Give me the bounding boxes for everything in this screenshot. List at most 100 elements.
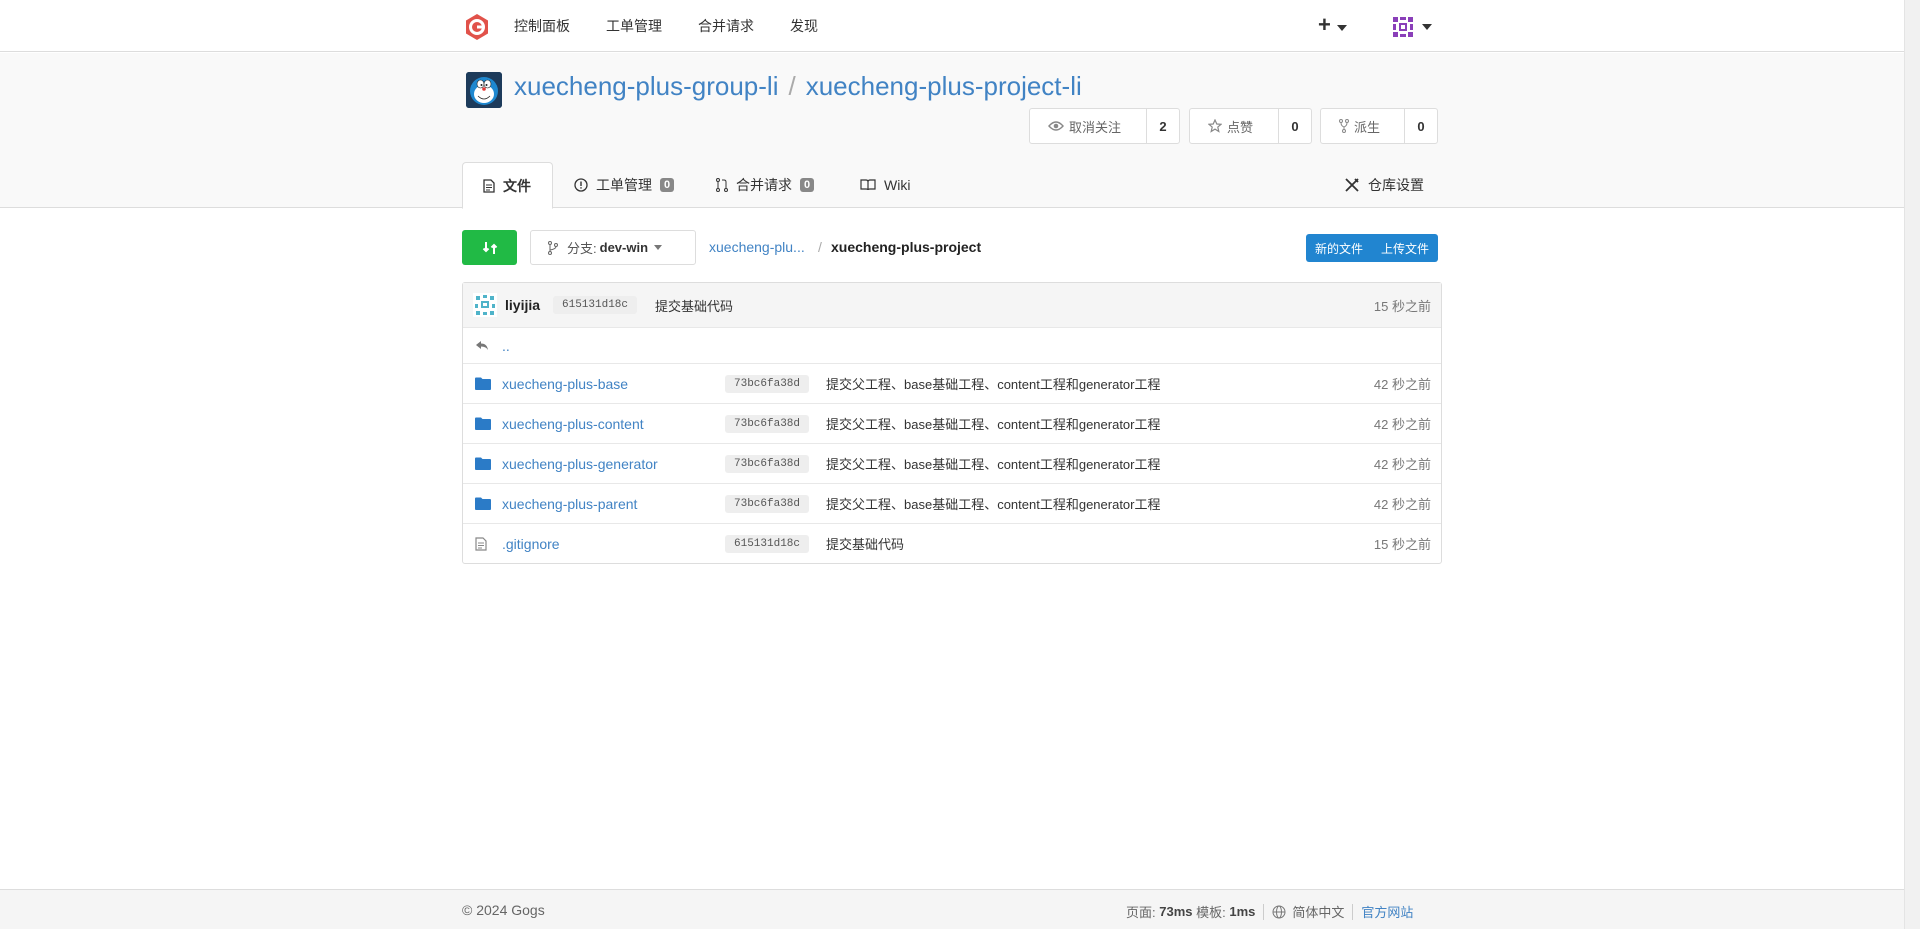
book-icon [860, 179, 876, 191]
tab-issues[interactable]: 工单管理 0 [554, 162, 694, 208]
file-icon-cell [475, 404, 491, 443]
star-icon [1208, 119, 1222, 133]
footer: © 2024 Gogs 页面: 73ms 模板: 1ms 简体中文 官方网站 [0, 889, 1904, 929]
file-commit-time: 42 秒之前 [1373, 457, 1431, 472]
author-avatar-icon [473, 293, 497, 317]
tools-icon [1345, 178, 1359, 192]
parent-dir-row[interactable]: .. [463, 327, 1441, 363]
repo-owner-link[interactable]: xuecheng-plus-group-li [514, 71, 778, 101]
file-name-link[interactable]: xuecheng-plus-generator [502, 444, 658, 483]
file-commit-message[interactable]: 提交父工程、base基础工程、content工程和generator工程 [826, 404, 1160, 443]
folder-icon [475, 377, 491, 390]
file-icon-cell [475, 524, 487, 563]
file-name-link[interactable]: .gitignore [502, 524, 560, 563]
commit-author[interactable]: liyijia [505, 283, 540, 327]
branch-dropdown[interactable]: 分支: dev-win [530, 230, 696, 265]
commit-time: 15 秒之前 [1373, 298, 1431, 314]
breadcrumb-separator: / [818, 239, 822, 255]
file-commit-message[interactable]: 提交父工程、base基础工程、content工程和generator工程 [826, 484, 1160, 523]
branch-name: dev-win [599, 240, 649, 255]
fork-count[interactable]: 0 [1405, 109, 1437, 143]
chevron-down-icon [1422, 24, 1432, 30]
new-file-button[interactable]: 新的文件 [1306, 234, 1372, 262]
file-icon-cell [475, 444, 491, 483]
nav-dashboard[interactable]: 控制面板 [514, 16, 570, 36]
watch-group: 取消关注 2 [1029, 108, 1180, 144]
file-commit-sha[interactable]: 615131d18c [725, 534, 810, 553]
scrollbar[interactable] [1904, 0, 1920, 929]
file-commit-message[interactable]: 提交父工程、base基础工程、content工程和generator工程 [826, 364, 1160, 403]
watch-button[interactable]: 取消关注 [1030, 109, 1147, 143]
watch-count[interactable]: 2 [1147, 109, 1179, 143]
fork-group: 派生 0 [1320, 108, 1438, 144]
nav-issues[interactable]: 工单管理 [606, 16, 662, 36]
tab-pulls[interactable]: 合并请求 0 [696, 162, 834, 208]
issues-count-badge: 0 [660, 178, 675, 192]
breadcrumb-current: xuecheng-plus-project [831, 239, 982, 255]
copyright: © 2024 Gogs [462, 902, 545, 918]
branch-prefix: 分支: [567, 241, 597, 256]
create-menu[interactable]: + [1318, 12, 1347, 38]
tab-settings[interactable]: 仓库设置 [1324, 162, 1444, 208]
tab-files[interactable]: 文件 [462, 162, 553, 209]
language-selector[interactable]: 简体中文 [1292, 902, 1344, 921]
upload-file-button[interactable]: 上传文件 [1372, 234, 1438, 262]
parent-dir-link[interactable]: .. [502, 328, 510, 363]
page-time-label: 页面: [1126, 905, 1156, 920]
breadcrumb-root[interactable]: xuecheng-plu... [709, 239, 805, 255]
pull-request-icon [716, 178, 728, 192]
folder-icon [475, 457, 491, 470]
file-commit-sha[interactable]: 73bc6fa38d [725, 414, 810, 433]
star-button[interactable]: 点赞 [1190, 109, 1279, 143]
commit-author-avatar [473, 283, 497, 327]
tab-issues-label: 工单管理 [596, 177, 652, 193]
compare-icon [482, 241, 497, 254]
issue-icon [574, 178, 588, 192]
star-group: 点赞 0 [1189, 108, 1312, 144]
title-separator: / [788, 71, 796, 101]
file-icon [475, 536, 487, 551]
file-icon-cell [475, 484, 491, 523]
file-commit-message[interactable]: 提交基础代码 [826, 524, 904, 563]
tab-wiki[interactable]: Wiki [840, 162, 930, 208]
file-sha-cell: 615131d18c [725, 524, 810, 563]
user-menu[interactable] [1390, 14, 1432, 40]
parent-icon-cell [475, 328, 489, 363]
file-commit-sha[interactable]: 73bc6fa38d [725, 374, 810, 393]
file-commit-message[interactable]: 提交父工程、base基础工程、content工程和generator工程 [826, 444, 1160, 483]
tab-settings-label: 仓库设置 [1368, 177, 1424, 193]
file-sha-cell: 73bc6fa38d [725, 444, 810, 483]
tab-files-label: 文件 [503, 177, 531, 194]
nav-explore[interactable]: 发现 [790, 16, 818, 36]
file-row: xuecheng-plus-base 73bc6fa38d 提交父工程、base基础… [463, 363, 1441, 403]
template-time-label: 模板: [1196, 905, 1226, 920]
file-commit-sha[interactable]: 73bc6fa38d [725, 494, 810, 513]
file-name-link[interactable]: xuecheng-plus-parent [502, 484, 637, 523]
plus-icon: + [1318, 12, 1331, 37]
repo-avatar [466, 72, 502, 108]
repo-name-link[interactable]: xuecheng-plus-project-li [806, 71, 1082, 101]
star-label: 点赞 [1227, 119, 1254, 135]
gogs-logo-icon[interactable] [463, 13, 491, 41]
commit-sha[interactable]: 615131d18c [553, 296, 638, 314]
repo-title: xuecheng-plus-group-li / xuecheng-plus-pro… [514, 71, 1082, 102]
nav-pulls[interactable]: 合并请求 [698, 16, 754, 36]
file-actions: 新的文件 上传文件 [1306, 234, 1439, 262]
official-website-link[interactable]: 官方网站 [1361, 902, 1413, 921]
file-commit-time: 42 秒之前 [1373, 417, 1431, 432]
watch-label: 取消关注 [1069, 119, 1122, 135]
compare-button[interactable] [462, 230, 517, 265]
top-nav: 控制面板 工单管理 合并请求 发现 + [0, 0, 1904, 52]
file-row: xuecheng-plus-generator 73bc6fa38d 提交父工程、b… [463, 443, 1441, 483]
tab-pulls-label: 合并请求 [736, 177, 792, 193]
star-count[interactable]: 0 [1279, 109, 1311, 143]
page-time: 73ms [1159, 904, 1193, 919]
file-commit-time: 15 秒之前 [1373, 537, 1431, 552]
file-name-link[interactable]: xuecheng-plus-content [502, 404, 644, 443]
fork-icon [1339, 119, 1349, 133]
fork-button[interactable]: 派生 [1321, 109, 1405, 143]
folder-icon [475, 417, 491, 430]
eye-icon [1048, 121, 1064, 131]
file-name-link[interactable]: xuecheng-plus-base [502, 364, 628, 403]
file-commit-sha[interactable]: 73bc6fa38d [725, 454, 810, 473]
